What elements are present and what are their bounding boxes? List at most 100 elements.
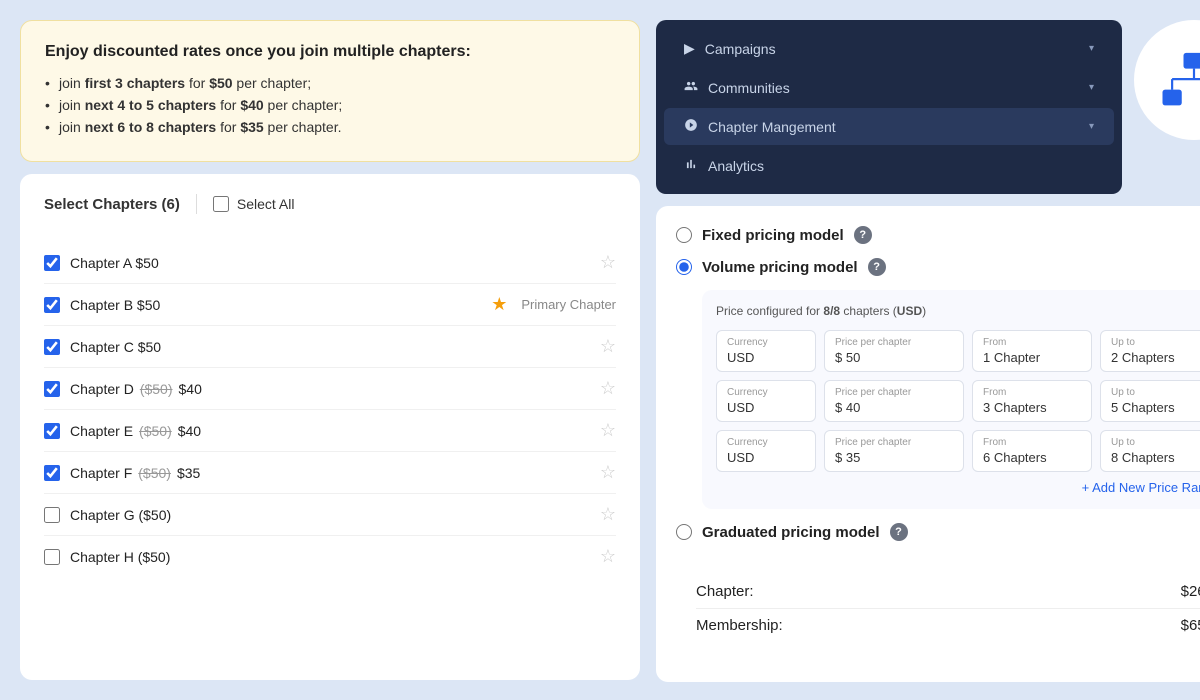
chapter-item-b: Chapter B $50 ★ Primary Chapter	[44, 284, 616, 326]
from-value-1: 1 Chapter	[983, 350, 1081, 365]
top-right: ▶ Campaigns ▾ Communities ▾	[656, 20, 1200, 194]
graduated-help-icon[interactable]: ?	[890, 523, 908, 541]
upto-label-3: Up to	[1111, 437, 1200, 448]
upto-label-1: Up to	[1111, 337, 1200, 348]
from-field-2: From 3 Chapters	[972, 380, 1092, 422]
chapter-f-checkbox[interactable]	[44, 465, 60, 481]
analytics-icon	[684, 157, 698, 174]
info-box: Enjoy discounted rates once you join mul…	[20, 20, 640, 162]
upto-field-1: Up to 2 Chapters	[1100, 330, 1200, 372]
summary-chapter-label: Chapter:	[696, 583, 754, 600]
select-all-label[interactable]: Select All	[237, 196, 295, 212]
price-field-3: Price per chapter $ 35	[824, 430, 964, 472]
chapter-h-star[interactable]: ☆	[600, 546, 616, 567]
chapter-g-star[interactable]: ☆	[600, 504, 616, 525]
communities-icon	[684, 79, 698, 96]
add-price-range-button[interactable]: + Add New Price Range	[716, 480, 1200, 495]
select-chapters-title: Select Chapters (6)	[44, 196, 180, 213]
chapter-a-label: Chapter A $50	[70, 255, 590, 271]
price-value-3: $ 35	[835, 450, 953, 465]
upto-label-2: Up to	[1111, 387, 1200, 398]
chapters-header: Select Chapters (6) Select All	[44, 194, 616, 226]
summary-membership-label: Membership:	[696, 617, 783, 634]
chapters-panel: Select Chapters (6) Select All Chapter A…	[20, 174, 640, 680]
from-value-3: 6 Chapters	[983, 450, 1081, 465]
chapter-mgmt-icon	[684, 118, 698, 135]
chapter-a-checkbox[interactable]	[44, 255, 60, 271]
chapter-item-f: Chapter F ($50) $35 ☆	[44, 452, 616, 494]
select-all-checkbox[interactable]	[213, 196, 229, 212]
from-field-3: From 6 Chapters	[972, 430, 1092, 472]
chapter-a-star[interactable]: ☆	[600, 252, 616, 273]
chapter-g-checkbox[interactable]	[44, 507, 60, 523]
summary-row-membership: Membership: $650	[696, 609, 1200, 642]
chapter-d-star[interactable]: ☆	[600, 378, 616, 399]
volume-help-icon[interactable]: ?	[868, 258, 886, 276]
nav-item-chapter-mgmt[interactable]: Chapter Mangement ▾	[664, 108, 1114, 145]
communities-arrow: ▾	[1089, 82, 1094, 93]
volume-pricing-label[interactable]: Volume pricing model	[702, 259, 858, 276]
nav-item-campaigns[interactable]: ▶ Campaigns ▾	[664, 30, 1114, 67]
header-divider	[196, 194, 197, 214]
price-field-2: Price per chapter $ 40	[824, 380, 964, 422]
price-row-1: Currency USD Price per chapter $ 50 From…	[716, 330, 1200, 372]
chapter-e-label: Chapter E ($50) $40	[70, 423, 590, 439]
upto-field-3: Up to 8 Chapters	[1100, 430, 1200, 472]
chapter-e-star[interactable]: ☆	[600, 420, 616, 441]
volume-config: Price configured for 8/8 chapters (USD) …	[702, 290, 1200, 509]
currency-field-3: Currency USD	[716, 430, 816, 472]
chapter-item-g: Chapter G ($50) ☆	[44, 494, 616, 536]
currency-value-3: USD	[727, 450, 805, 465]
graduated-pricing-radio[interactable]	[676, 524, 692, 540]
upto-field-2: Up to 5 Chapters	[1100, 380, 1200, 422]
nav-campaigns-label: Campaigns	[705, 41, 776, 57]
chapter-b-label: Chapter B $50	[70, 297, 481, 313]
graduated-pricing-label[interactable]: Graduated pricing model	[702, 524, 880, 541]
nav-chapter-mgmt-label: Chapter Mangement	[708, 119, 836, 135]
summary-chapter-amount: $265	[1181, 583, 1200, 600]
chapter-item-c: Chapter C $50 ☆	[44, 326, 616, 368]
nav-communities-label: Communities	[708, 80, 790, 96]
chapter-mgmt-arrow: ▾	[1089, 121, 1094, 132]
price-field-1: Price per chapter $ 50	[824, 330, 964, 372]
chapter-b-checkbox[interactable]	[44, 297, 60, 313]
fixed-pricing-label[interactable]: Fixed pricing model	[702, 227, 844, 244]
info-item-3: join next 6 to 8 chapters for $35 per ch…	[45, 119, 615, 135]
volume-config-title: Price configured for 8/8 chapters (USD)	[716, 304, 1200, 318]
chapter-item-e: Chapter E ($50) $40 ☆	[44, 410, 616, 452]
chapter-c-star[interactable]: ☆	[600, 336, 616, 357]
volume-pricing-option: Volume pricing model ?	[676, 258, 1200, 276]
volume-pricing-radio[interactable]	[676, 259, 692, 275]
currency-value-1: USD	[727, 350, 805, 365]
select-all-wrapper[interactable]: Select All	[213, 196, 295, 212]
nav-item-analytics[interactable]: Analytics	[664, 147, 1114, 184]
fixed-pricing-option: Fixed pricing model ?	[676, 226, 1200, 244]
chapter-f-star[interactable]: ☆	[600, 462, 616, 483]
chapter-d-checkbox[interactable]	[44, 381, 60, 397]
summary-membership-amount: $650	[1181, 617, 1200, 634]
info-list: join first 3 chapters for $50 per chapte…	[45, 75, 615, 135]
fixed-pricing-radio[interactable]	[676, 227, 692, 243]
org-icon-circle	[1134, 20, 1200, 140]
from-value-2: 3 Chapters	[983, 400, 1081, 415]
chapter-item-a: Chapter A $50 ☆	[44, 242, 616, 284]
chapter-b-star[interactable]: ★	[491, 294, 507, 315]
from-label-3: From	[983, 437, 1081, 448]
chapter-d-label: Chapter D ($50) $40	[70, 381, 590, 397]
currency-field-1: Currency USD	[716, 330, 816, 372]
info-item-1: join first 3 chapters for $50 per chapte…	[45, 75, 615, 91]
nav-analytics-label: Analytics	[708, 158, 764, 174]
chapter-h-label: Chapter H ($50)	[70, 549, 590, 565]
chapter-c-checkbox[interactable]	[44, 339, 60, 355]
upto-value-2: 5 Chapters	[1111, 400, 1200, 415]
chapter-e-checkbox[interactable]	[44, 423, 60, 439]
price-row-3: Currency USD Price per chapter $ 35 From…	[716, 430, 1200, 472]
left-panel: Enjoy discounted rates once you join mul…	[20, 20, 640, 680]
currency-label-3: Currency	[727, 437, 805, 448]
fixed-help-icon[interactable]: ?	[854, 226, 872, 244]
currency-value-2: USD	[727, 400, 805, 415]
nav-item-communities[interactable]: Communities ▾	[664, 69, 1114, 106]
chapter-h-checkbox[interactable]	[44, 549, 60, 565]
info-item-2: join next 4 to 5 chapters for $40 per ch…	[45, 97, 615, 113]
org-chart-icon	[1159, 45, 1200, 115]
